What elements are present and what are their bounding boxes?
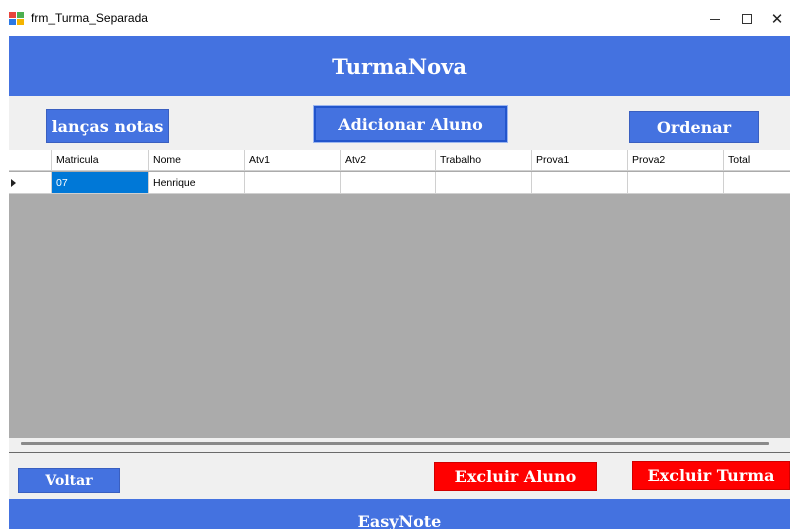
window-titlebar: frm_Turma_Separada ✕ (0, 0, 790, 36)
excluir-turma-button[interactable]: Excluir Turma (632, 461, 790, 490)
grid-header: Matricula Nome Atv1 Atv2 Trabalho Prova1… (9, 150, 790, 171)
footer-band: EasyNote (9, 499, 790, 529)
scrollbar-thumb[interactable] (21, 442, 769, 445)
cell-atv2[interactable] (341, 172, 436, 193)
close-button[interactable]: ✕ (762, 6, 790, 32)
lancar-notas-button[interactable]: lanças notas (46, 109, 169, 143)
row-indicator-icon (11, 179, 16, 187)
column-header-nome[interactable]: Nome (149, 150, 245, 170)
maximize-button[interactable] (732, 6, 762, 32)
column-header-prova2[interactable]: Prova2 (628, 150, 724, 170)
students-grid[interactable]: Matricula Nome Atv1 Atv2 Trabalho Prova1… (9, 150, 790, 438)
minimize-button[interactable] (700, 6, 730, 32)
ordenar-button[interactable]: Ordenar (629, 111, 759, 143)
excluir-aluno-button[interactable]: Excluir Aluno (434, 462, 597, 491)
row-header[interactable] (9, 172, 52, 193)
window-title: frm_Turma_Separada (31, 11, 148, 25)
column-header-prova1[interactable]: Prova1 (532, 150, 628, 170)
app-icon (9, 12, 24, 25)
column-header-atv2[interactable]: Atv2 (341, 150, 436, 170)
voltar-button[interactable]: Voltar (18, 468, 120, 493)
cell-nome[interactable]: Henrique (149, 172, 245, 193)
header-band: TurmaNova (9, 36, 790, 96)
column-header-trabalho[interactable]: Trabalho (436, 150, 532, 170)
adicionar-aluno-button[interactable]: Adicionar Aluno (314, 106, 507, 142)
column-header-matricula[interactable]: Matricula (52, 150, 149, 170)
column-header-total[interactable]: Total (724, 150, 790, 170)
page-title: TurmaNova (332, 53, 467, 79)
cell-total[interactable] (724, 172, 790, 193)
horizontal-scrollbar[interactable] (9, 438, 790, 453)
cell-prova1[interactable] (532, 172, 628, 193)
cell-matricula[interactable]: 07 (52, 172, 149, 193)
close-icon: ✕ (770, 11, 784, 28)
maximize-icon (742, 14, 752, 24)
footer-title: EasyNote (357, 512, 442, 529)
cell-trabalho[interactable] (436, 172, 532, 193)
cell-prova2[interactable] (628, 172, 724, 193)
grid-corner[interactable] (9, 150, 52, 170)
column-header-atv1[interactable]: Atv1 (245, 150, 341, 170)
table-row[interactable]: 07 Henrique (9, 172, 790, 194)
cell-atv1[interactable] (245, 172, 341, 193)
minimize-icon (710, 18, 720, 20)
